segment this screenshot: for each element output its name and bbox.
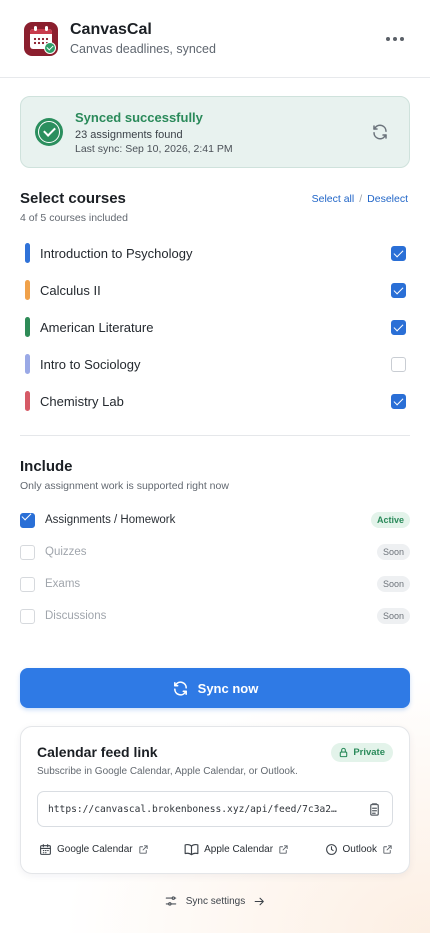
include-checkbox	[20, 544, 35, 560]
include-row-exams: Exams Soon	[20, 574, 410, 594]
include-label: Quizzes	[45, 546, 87, 558]
course-name: Intro to Sociology	[40, 356, 141, 372]
link-separator: /	[359, 193, 363, 205]
course-name: Calculus II	[40, 282, 101, 298]
more-horizontal-icon	[386, 36, 390, 41]
course-name: Chemistry Lab	[40, 393, 124, 409]
course-checkbox[interactable]	[391, 320, 406, 335]
sliders-icon	[165, 896, 176, 906]
sync-icon	[173, 680, 187, 696]
course-row[interactable]: Calculus II	[20, 279, 410, 301]
status-badge: Soon	[376, 544, 410, 560]
course-color-bar	[25, 391, 30, 411]
include-label: Exams	[45, 578, 81, 590]
course-color-bar	[25, 280, 30, 300]
course-checkbox[interactable]	[391, 246, 406, 261]
clock-icon	[325, 844, 337, 855]
course-checkbox[interactable]	[391, 357, 406, 372]
private-label: Private	[353, 747, 385, 758]
last-sync-time: Last sync: Sep 10, 2026, 2:41 PM	[75, 142, 233, 155]
course-color-bar	[25, 243, 30, 263]
app-header: CanvasCal Canvas deadlines, synced	[0, 0, 430, 78]
sync-now-button[interactable]: Sync now	[20, 668, 410, 708]
google-calendar-link[interactable]: Google Calendar	[39, 843, 149, 856]
external-link-icon	[383, 845, 392, 854]
status-title: Synced successfully	[75, 109, 203, 125]
sync-settings-link[interactable]: Sync settings	[0, 894, 430, 908]
arrow-right-icon	[254, 897, 265, 905]
apple-calendar-label: Apple Calendar	[204, 844, 274, 855]
app-title: CanvasCal	[70, 21, 152, 38]
refresh-icon[interactable]	[371, 123, 389, 141]
include-checkbox[interactable]	[20, 512, 35, 528]
outlook-label: Outlook	[342, 844, 377, 855]
outlook-link[interactable]: Outlook	[325, 843, 393, 856]
external-link-icon	[138, 845, 148, 854]
feed-title: Calendar feed link	[37, 744, 158, 760]
include-label: Discussions	[45, 610, 107, 622]
course-color-bar	[25, 354, 30, 374]
course-checkbox[interactable]	[391, 394, 406, 409]
feed-subtitle: Subscribe in Google Calendar, Apple Cale…	[37, 766, 298, 777]
calendar-app-links: Google Calendar Apple Calendar Outlook	[39, 843, 393, 856]
feed-url-field[interactable]: https://canvascal.brokenboness.xyz/api/f…	[37, 791, 393, 827]
sync-now-label: Sync now	[197, 680, 259, 696]
include-subtitle: Only assignment work is supported right …	[20, 480, 229, 492]
app-subtitle: Canvas deadlines, synced	[70, 42, 216, 56]
check-circle-icon	[35, 118, 63, 146]
deselect-link[interactable]: Deselect	[367, 193, 408, 205]
course-row[interactable]: American Literature	[20, 316, 410, 338]
selection-links: Select all / Deselect	[312, 193, 408, 205]
sync-status-card: Synced successfully 23 assignments found…	[20, 96, 410, 168]
sync-settings-label: Sync settings	[185, 895, 246, 907]
include-checkbox	[20, 576, 35, 592]
clipboard-copy-icon[interactable]	[367, 802, 382, 817]
course-checkbox[interactable]	[391, 283, 406, 298]
app-title-group: CanvasCal Canvas deadlines, synced	[70, 21, 216, 56]
apple-calendar-link[interactable]: Apple Calendar	[184, 843, 289, 856]
calendar-app-icon	[24, 21, 58, 56]
include-row-quizzes: Quizzes Soon	[20, 542, 410, 562]
lock-icon	[340, 747, 348, 758]
google-calendar-label: Google Calendar	[57, 844, 133, 855]
book-open-icon	[184, 844, 199, 856]
status-badge: Active	[370, 512, 410, 528]
include-row-discussions: Discussions Soon	[20, 606, 410, 626]
course-name: American Literature	[40, 319, 154, 335]
course-row[interactable]: Introduction to Psychology	[20, 242, 410, 264]
include-row-assignments[interactable]: Assignments / Homework Active	[20, 510, 410, 530]
include-section-header: Include Only assignment work is supporte…	[20, 458, 410, 492]
status-badge: Soon	[376, 608, 410, 624]
course-row[interactable]: Chemistry Lab	[20, 390, 410, 412]
include-label: Assignments / Homework	[45, 514, 176, 526]
courses-count: 4 of 5 courses included	[20, 212, 128, 224]
course-row[interactable]: Intro to Sociology	[20, 353, 410, 375]
calendar-feed-card: Calendar feed link Subscribe in Google C…	[20, 726, 410, 874]
private-badge: Private	[331, 743, 393, 762]
more-options-button[interactable]	[380, 24, 410, 54]
courses-section-header: Select courses 4 of 5 courses included S…	[20, 190, 410, 224]
course-color-bar	[25, 317, 30, 337]
course-name: Introduction to Psychology	[40, 245, 193, 261]
assignments-count: 23 assignments found	[75, 128, 183, 141]
select-all-link[interactable]: Select all	[312, 193, 355, 205]
include-checkbox	[20, 608, 35, 624]
section-divider	[20, 435, 410, 436]
status-badge: Soon	[376, 576, 410, 592]
feed-url-text[interactable]: https://canvascal.brokenboness.xyz/api/f…	[48, 804, 353, 815]
include-title: Include	[20, 458, 73, 475]
calendar-icon	[40, 844, 51, 855]
external-link-icon	[279, 845, 288, 854]
